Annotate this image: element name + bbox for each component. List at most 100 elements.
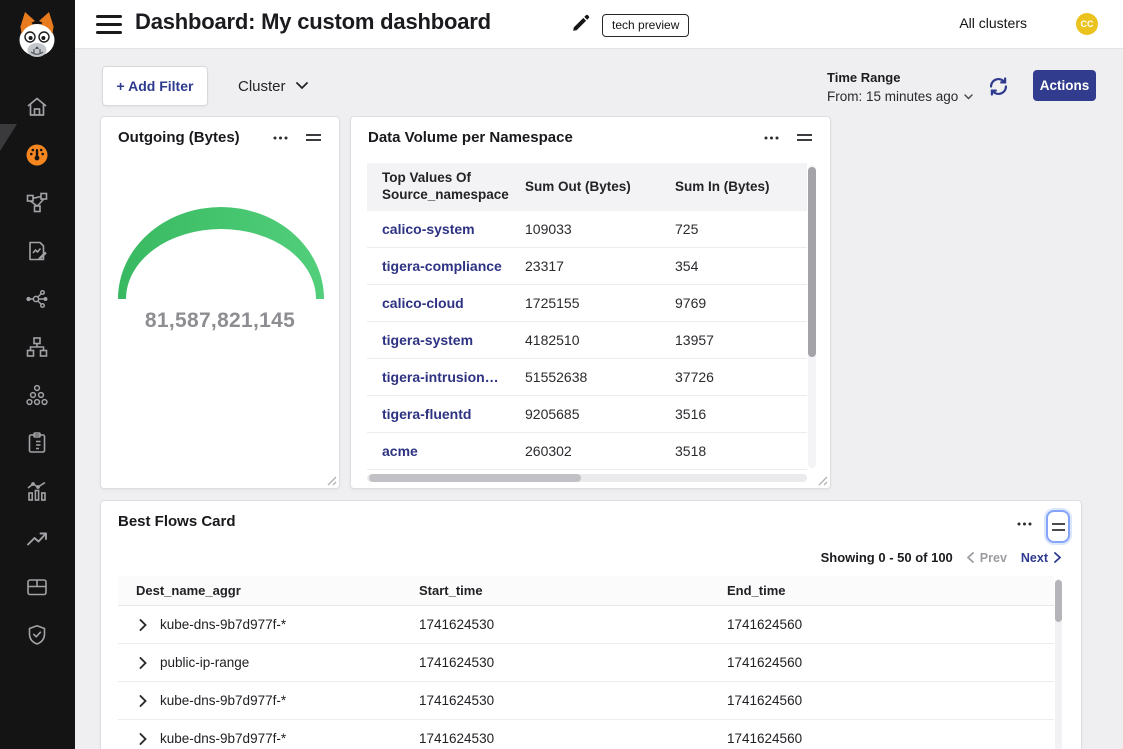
card-more-options-button[interactable] (1015, 520, 1034, 528)
card-drag-handle[interactable] (303, 131, 324, 144)
column-header: Sum Out (Bytes) (510, 179, 660, 196)
card-drag-handle[interactable] (794, 131, 815, 144)
sum-out-value: 1725155 (510, 295, 660, 311)
table-row[interactable]: kube-dns-9b7d977f-* 1741624530 174162456… (118, 606, 1054, 644)
next-page-button[interactable]: Next (1021, 551, 1061, 565)
cluster-filter-dropdown[interactable]: Cluster (238, 74, 308, 98)
table-row: tigera-compliance 23317 354 (367, 248, 807, 285)
pagination: Showing 0 - 50 of 100 Prev Next (821, 550, 1061, 565)
prev-label: Prev (980, 551, 1007, 565)
sidebar-item-dashboards[interactable] (25, 142, 50, 167)
column-header: Dest_name_aggr (118, 583, 419, 598)
vertical-scrollbar-thumb[interactable] (1055, 580, 1062, 622)
home-icon (25, 95, 49, 119)
sidebar-item-reports[interactable] (25, 238, 50, 263)
table-row[interactable]: kube-dns-9b7d977f-* 1741624530 174162456… (118, 682, 1054, 720)
time-range-control: Time Range From: 15 minutes ago (827, 70, 973, 104)
refresh-icon (987, 75, 1010, 98)
namespace-table-header: Top Values Of Source_namespace Sum Out (… (367, 163, 807, 211)
sidebar-item-flow-visualizations[interactable] (25, 286, 50, 311)
add-filter-button[interactable]: + Add Filter (102, 66, 208, 106)
table-row[interactable]: kube-dns-9b7d977f-* 1741624530 174162456… (118, 720, 1054, 749)
start-time-value: 1741624530 (419, 617, 727, 632)
horizontal-scrollbar-thumb[interactable] (369, 474, 581, 482)
sidebar-item-trends[interactable] (25, 526, 50, 551)
start-time-value: 1741624530 (419, 655, 727, 670)
report-edit-icon (25, 239, 49, 263)
end-time-value: 1741624560 (727, 655, 1054, 670)
table-row: acme 260302 3518 (367, 433, 807, 470)
sidebar-item-clusters[interactable] (25, 382, 50, 407)
namespace-link[interactable]: calico-cloud (367, 295, 510, 311)
sidebar-item-security[interactable] (25, 622, 50, 647)
sitemap-icon (25, 335, 49, 359)
start-time-value: 1741624530 (419, 693, 727, 708)
resize-handle-icon[interactable] (817, 475, 828, 486)
dest-name-value: kube-dns-9b7d977f-* (160, 731, 286, 746)
sum-in-value: 3516 (660, 406, 807, 422)
row-expand-button[interactable] (139, 619, 147, 631)
column-header: Sum In (Bytes) (660, 179, 807, 196)
namespace-link[interactable]: tigera-compliance (367, 258, 510, 274)
sidebar-item-service-graph[interactable] (25, 190, 50, 215)
gauge-chart (117, 204, 325, 299)
sum-in-value: 13957 (660, 332, 807, 348)
refresh-button[interactable] (987, 75, 1010, 98)
actions-button[interactable]: Actions (1033, 70, 1096, 101)
dest-name-value: kube-dns-9b7d977f-* (160, 693, 286, 708)
end-time-value: 1741624560 (727, 731, 1054, 746)
cluster-filter-label: Cluster (238, 78, 286, 95)
card-more-options-button[interactable] (762, 134, 781, 142)
time-range-dropdown[interactable]: From: 15 minutes ago (827, 89, 973, 104)
sidebar-item-network-topology[interactable] (25, 334, 50, 359)
more-options-icon (1017, 522, 1032, 526)
trending-up-icon (25, 527, 49, 551)
namespace-link[interactable]: acme (367, 443, 510, 459)
next-label: Next (1021, 551, 1048, 565)
row-expand-button[interactable] (139, 733, 147, 745)
best-flows-card: Best Flows Card Showing 0 - 50 of 100 Pr… (100, 500, 1082, 749)
sidebar-item-workloads[interactable] (25, 574, 50, 599)
data-volume-card: Data Volume per Namespace Top Values Of … (350, 116, 831, 489)
service-graph-icon (25, 191, 49, 215)
sidebar-item-statistics[interactable] (25, 478, 50, 503)
clipboard-icon (25, 431, 49, 455)
sum-in-value: 725 (660, 221, 807, 237)
more-options-icon (273, 136, 288, 140)
sidebar-item-home[interactable] (25, 94, 50, 119)
namespace-link[interactable]: tigera-intrusion-d… (367, 369, 510, 385)
sum-in-value: 3518 (660, 443, 807, 459)
more-options-icon (764, 136, 779, 140)
dest-name-value: kube-dns-9b7d977f-* (160, 617, 286, 632)
prev-page-button[interactable]: Prev (967, 551, 1007, 565)
horizontal-scrollbar-track (367, 474, 807, 482)
table-row: calico-cloud 1725155 9769 (367, 285, 807, 322)
outgoing-bytes-card: Outgoing (Bytes) (100, 116, 340, 489)
flows-table: Dest_name_aggr Start_time End_time kube-… (118, 576, 1054, 749)
sum-out-value: 23317 (510, 258, 660, 274)
data-volume-card-title: Data Volume per Namespace (368, 129, 573, 146)
namespace-link[interactable]: tigera-fluentd (367, 406, 510, 422)
package-box-icon (25, 575, 49, 599)
namespace-link[interactable]: tigera-system (367, 332, 510, 348)
edit-dashboard-button[interactable] (570, 13, 592, 35)
card-drag-handle-focused[interactable] (1046, 510, 1070, 543)
time-range-label: Time Range (827, 70, 973, 85)
menu-toggle-button[interactable] (96, 15, 122, 34)
namespace-link[interactable]: calico-system (367, 221, 510, 237)
table-row[interactable]: public-ip-range 1741624530 1741624560 (118, 644, 1054, 682)
calico-cat-logo (13, 10, 61, 64)
sidebar-item-compliance[interactable] (25, 430, 50, 455)
row-expand-button[interactable] (139, 657, 147, 669)
page-title: Dashboard: My custom dashboard (135, 9, 491, 35)
cluster-selector[interactable]: All clusters (959, 15, 1027, 31)
row-expand-button[interactable] (139, 695, 147, 707)
card-more-options-button[interactable] (271, 134, 290, 142)
vertical-scrollbar-track (808, 165, 816, 468)
column-header: End_time (727, 583, 1054, 598)
resize-handle-icon[interactable] (326, 475, 337, 486)
vertical-scrollbar-thumb[interactable] (808, 167, 816, 357)
user-avatar[interactable]: CC (1076, 13, 1098, 35)
sum-out-value: 4182510 (510, 332, 660, 348)
flows-table-header: Dest_name_aggr Start_time End_time (118, 576, 1054, 606)
